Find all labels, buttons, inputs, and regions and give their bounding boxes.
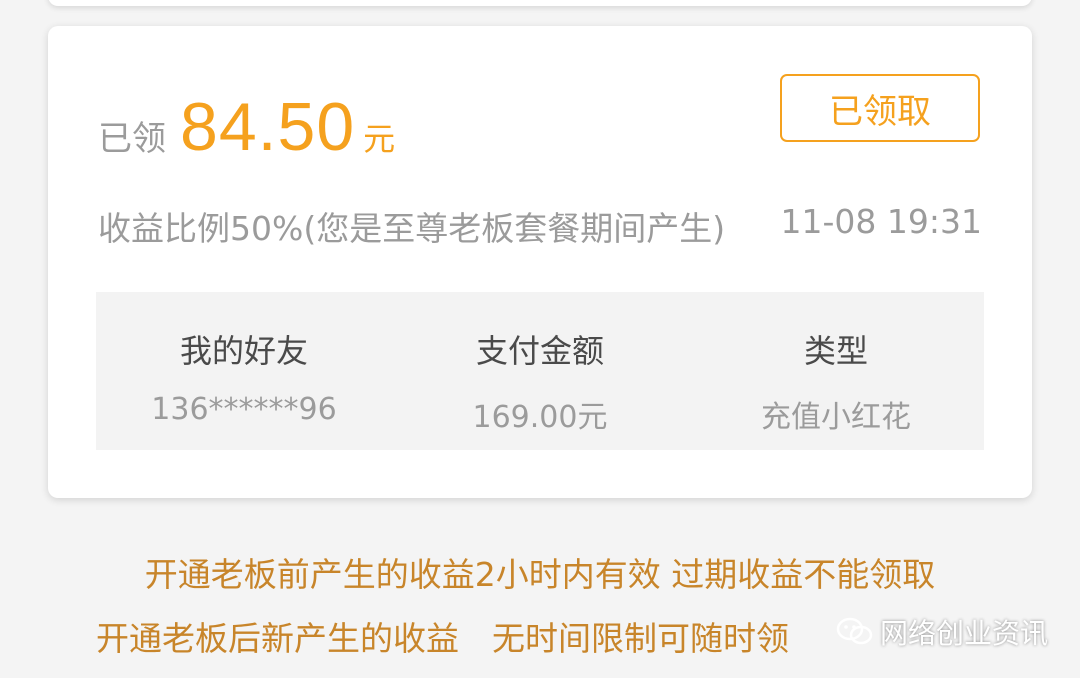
payment-amount: 169.00元: [472, 400, 608, 435]
previous-card-edge: [48, 0, 1032, 6]
claimed-amount: 已领 84.50 元: [98, 88, 395, 168]
order-detail-panel: 我的好友 136******96 支付金额 169.00元 类型 充值小红花: [96, 292, 984, 450]
notice-expiry: 开通老板前产生的收益2小时内有效 过期收益不能领取: [144, 555, 936, 594]
amount-prefix-label: 已领: [98, 119, 166, 159]
payment-header: 支付金额: [475, 332, 604, 370]
type-header: 类型: [803, 332, 868, 370]
wechat-icon: [836, 617, 873, 645]
earning-ratio-row: 收益比例50%(您是至尊老板套餐期间产生) 11-08 19:31: [98, 202, 982, 250]
notice-no-limit: 开通老板后新产生的收益 无时间限制可随时领: [96, 619, 789, 658]
payment-column: 支付金额 169.00元: [392, 292, 688, 450]
type-value: 充值小红花: [761, 400, 911, 435]
claimed-button[interactable]: 已领取: [780, 74, 980, 142]
friend-column: 我的好友 136******96: [96, 292, 392, 450]
record-datetime: 11-08 19:31: [780, 202, 982, 241]
watermark-text: 网络创业资讯: [880, 617, 1049, 650]
type-column: 类型 充值小红花: [688, 292, 984, 450]
earning-ratio-text: 收益比例50%(您是至尊老板套餐期间产生): [98, 209, 726, 248]
friend-phone: 136******96: [151, 392, 337, 427]
earning-record-card: 已领 84.50 元 已领取 收益比例50%(您是至尊老板套餐期间产生) 11-…: [48, 26, 1032, 498]
watermark: 网络创业资讯: [836, 612, 1048, 652]
friend-header: 我的好友: [179, 332, 308, 370]
amount-unit: 元: [363, 120, 396, 158]
amount-value: 84.50: [180, 89, 356, 165]
